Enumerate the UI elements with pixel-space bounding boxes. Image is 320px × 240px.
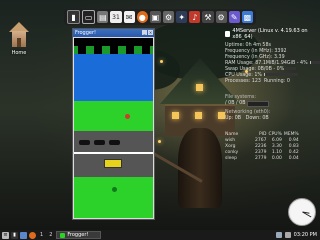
frogger-titlebar[interactable]: Frogger! _ × — [73, 29, 154, 37]
image-icon[interactable]: ▩ — [241, 11, 253, 23]
cpu-bar — [264, 73, 298, 76]
car — [79, 140, 90, 145]
car — [109, 140, 120, 145]
start-grass — [74, 177, 153, 218]
music-icon[interactable]: ♪ — [189, 11, 201, 23]
files-icon[interactable] — [20, 231, 27, 239]
files-icon[interactable]: ▤ — [97, 11, 109, 23]
home-folder-icon — [9, 22, 29, 48]
settings-icon[interactable]: ⚙ — [162, 11, 175, 23]
tree-trunk — [178, 128, 222, 208]
treehouse-window — [195, 112, 202, 119]
filesystem-value: / 0B / 0B — [225, 101, 246, 106]
menu-icon[interactable]: ≡ — [2, 231, 9, 239]
treehouse-window — [218, 112, 225, 119]
window-title: Frogger! — [75, 30, 97, 36]
gamepad-icon[interactable]: ✦ — [176, 11, 188, 23]
terminal-icon[interactable]: ▮ — [11, 231, 18, 239]
taskbar: ≡ ▮ 1 2 Frogger! 03:20 PM — [0, 230, 320, 240]
system-title: 4MServer (Linux v. 4.19.63 on x86_64) — [225, 28, 320, 40]
tools-icon[interactable]: ⚒ — [202, 11, 214, 23]
volume-icon[interactable] — [284, 232, 291, 238]
frogger-game-canvas[interactable] — [74, 38, 153, 218]
process-table: Name PID CPU% MEM% wish 2767 6.09 0.94 Xorg 223… — [225, 132, 299, 161]
treehouse-window — [172, 112, 179, 119]
frogger-window: Frogger! _ × — [72, 28, 155, 220]
home-desktop-icon[interactable]: Home — [6, 22, 32, 56]
edit-icon[interactable]: ✎ — [228, 11, 240, 23]
network-icon[interactable] — [275, 232, 282, 238]
application-dock: ▮ ▭ ▤ 31 ✉ ● ▣ ⚙ ✦ ♪ ⚒ ⚙ ✎ ▩ — [64, 9, 256, 25]
close-button[interactable]: × — [148, 30, 153, 35]
player-frog — [112, 187, 117, 192]
conky-system-monitor: 4MServer (Linux v. 4.19.63 on x86_64) Up… — [225, 28, 320, 162]
lane-divider — [74, 152, 153, 154]
taskbar-item-frogger[interactable]: Frogger! — [56, 231, 102, 239]
mail-icon[interactable]: ✉ — [123, 11, 135, 23]
clock-time[interactable]: 03:20 PM — [294, 232, 317, 238]
swap-bar — [286, 67, 297, 70]
terminal-icon[interactable]: ▮ — [67, 10, 81, 24]
workspace-2[interactable]: 2 — [47, 232, 54, 238]
road — [74, 131, 153, 177]
median-grass — [74, 101, 153, 131]
firefox-icon[interactable]: ● — [136, 11, 148, 23]
ram-bar — [309, 61, 320, 64]
lantern — [160, 60, 163, 63]
system-tray: 03:20 PM — [275, 232, 320, 238]
frog-icon — [60, 232, 66, 238]
home-label: Home — [11, 50, 27, 56]
gear-icon[interactable]: ⚙ — [215, 11, 227, 23]
frog-sprite — [125, 114, 130, 119]
car — [94, 140, 105, 145]
treehouse-window — [196, 84, 203, 91]
lantern — [158, 140, 161, 143]
table-row: sleep 2779 0.00 0.04 — [225, 156, 299, 161]
minimize-button[interactable]: _ — [142, 30, 147, 35]
school-bus — [104, 159, 122, 168]
linux-icon — [225, 31, 231, 37]
film-icon[interactable]: ▣ — [149, 11, 161, 23]
analog-clock — [288, 198, 316, 226]
monitor-icon[interactable]: ▭ — [82, 10, 96, 24]
river — [74, 54, 153, 101]
firefox-icon[interactable] — [29, 231, 36, 239]
workspace-1[interactable]: 1 — [38, 232, 45, 238]
calendar-icon[interactable]: 31 — [110, 11, 122, 23]
filesystem-bar — [247, 101, 270, 107]
